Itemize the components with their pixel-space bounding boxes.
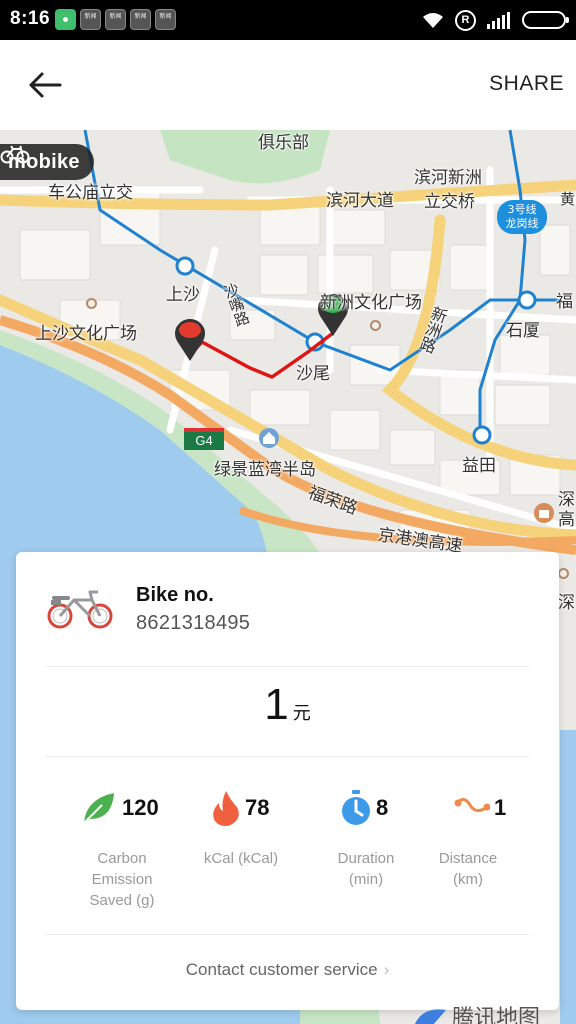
divider <box>46 934 529 935</box>
status-bar: 8:16 新闻 新闻 新闻 新闻 R <box>0 0 576 40</box>
news-notification-icon: 新闻 <box>155 9 176 30</box>
map-label: 上沙 <box>166 285 200 305</box>
map-label: 立交桥 <box>424 192 475 212</box>
label-line: kCal (kCal) <box>203 850 279 867</box>
map-label: 车公庙立交 <box>48 183 133 203</box>
contact-customer-service-link[interactable]: Contact customer service › <box>16 960 559 980</box>
flame-icon <box>213 791 239 826</box>
poi-marker <box>558 568 569 579</box>
carbon-label: Carbon Emission Saved (g) <box>62 848 182 911</box>
mobike-logo: mobike <box>0 144 94 180</box>
metro-line-name: 龙岗线 <box>505 217 539 230</box>
poi-marker <box>370 320 381 331</box>
start-pin-icon <box>175 319 205 361</box>
carbon-value: 120 <box>122 795 159 820</box>
map-label: 深高 <box>558 490 575 530</box>
fare-unit: 元 <box>292 703 311 724</box>
map-label: 沙尾 <box>296 364 330 384</box>
map-label: 石厦 <box>506 321 540 341</box>
stopwatch-icon <box>342 790 370 825</box>
signal-icon <box>487 12 510 29</box>
leaf-icon <box>83 793 114 824</box>
residence-icon <box>259 428 279 448</box>
bicycle-icon <box>0 145 30 164</box>
map-label: 益田 <box>462 456 496 476</box>
bike-info: Bike no. 8621318495 <box>46 580 526 640</box>
map-provider-text: 腾讯地图 <box>452 1006 541 1024</box>
fare-amount: 1 <box>264 680 289 729</box>
route-icon <box>454 798 490 812</box>
map-label: 深 <box>558 593 575 613</box>
divider <box>46 756 529 757</box>
calories-value: 78 <box>245 795 270 820</box>
news-notification-icon: 新闻 <box>80 9 101 30</box>
label-line: Saved (g) <box>89 892 155 909</box>
duration-value: 8 <box>376 795 389 820</box>
label-line: Emission <box>91 871 153 888</box>
map-provider-logo: 腾讯地图 <box>412 1000 540 1024</box>
wifi-icon <box>423 13 443 28</box>
back-button[interactable] <box>22 64 68 106</box>
label-line: Distance <box>438 850 498 867</box>
map-label: 滨河大道 <box>326 191 394 211</box>
metro-line-badge: 3号线 龙岗线 <box>497 200 547 234</box>
news-notification-icon: 新闻 <box>105 9 126 30</box>
share-button[interactable]: SHARE <box>489 72 564 96</box>
shop-icon <box>534 503 554 523</box>
bike-icon <box>47 590 113 629</box>
highway-shield: G4 <box>184 428 224 450</box>
distance-label: Distance (km) <box>408 848 528 890</box>
map-label: 滨河新洲 <box>414 168 482 188</box>
map-label: 新洲文化广场 <box>320 293 422 313</box>
calories-label: kCal (kCal) <box>181 848 301 869</box>
map-label: 上沙文化广场 <box>35 324 137 344</box>
contact-label: Contact customer service <box>185 960 378 979</box>
map-label: 黄 <box>560 190 576 208</box>
fare: 1元 <box>16 680 559 730</box>
top-bar: SHARE <box>0 40 576 130</box>
divider <box>46 666 529 667</box>
trip-stats: 120 Carbon Emission Saved (g) 78 kCal (k… <box>46 788 529 918</box>
label-line: Carbon <box>97 850 147 867</box>
poi-marker <box>86 298 97 309</box>
metro-line-number: 3号线 <box>507 203 537 216</box>
trip-summary-card: Bike no. 8621318495 1元 120 Carbon Emissi… <box>16 552 559 1010</box>
label-line: (km) <box>453 871 483 888</box>
app-notification-icon <box>55 9 76 30</box>
map-label: 绿景蓝湾半岛 <box>214 460 316 480</box>
map-label: 俱乐部 <box>258 133 309 153</box>
bike-number-label: Bike no. <box>136 584 214 606</box>
battery-icon <box>522 11 569 29</box>
arrow-left-icon <box>29 72 62 98</box>
tencent-map-icon <box>414 1009 446 1024</box>
bike-number-value: 8621318495 <box>136 612 251 634</box>
status-time: 8:16 <box>10 8 51 29</box>
registered-icon: R <box>455 9 476 31</box>
distance-value: 1 <box>494 795 507 820</box>
news-notification-icon: 新闻 <box>130 9 151 30</box>
map-label: 福 <box>556 292 573 312</box>
chevron-right-icon: › <box>383 960 390 979</box>
